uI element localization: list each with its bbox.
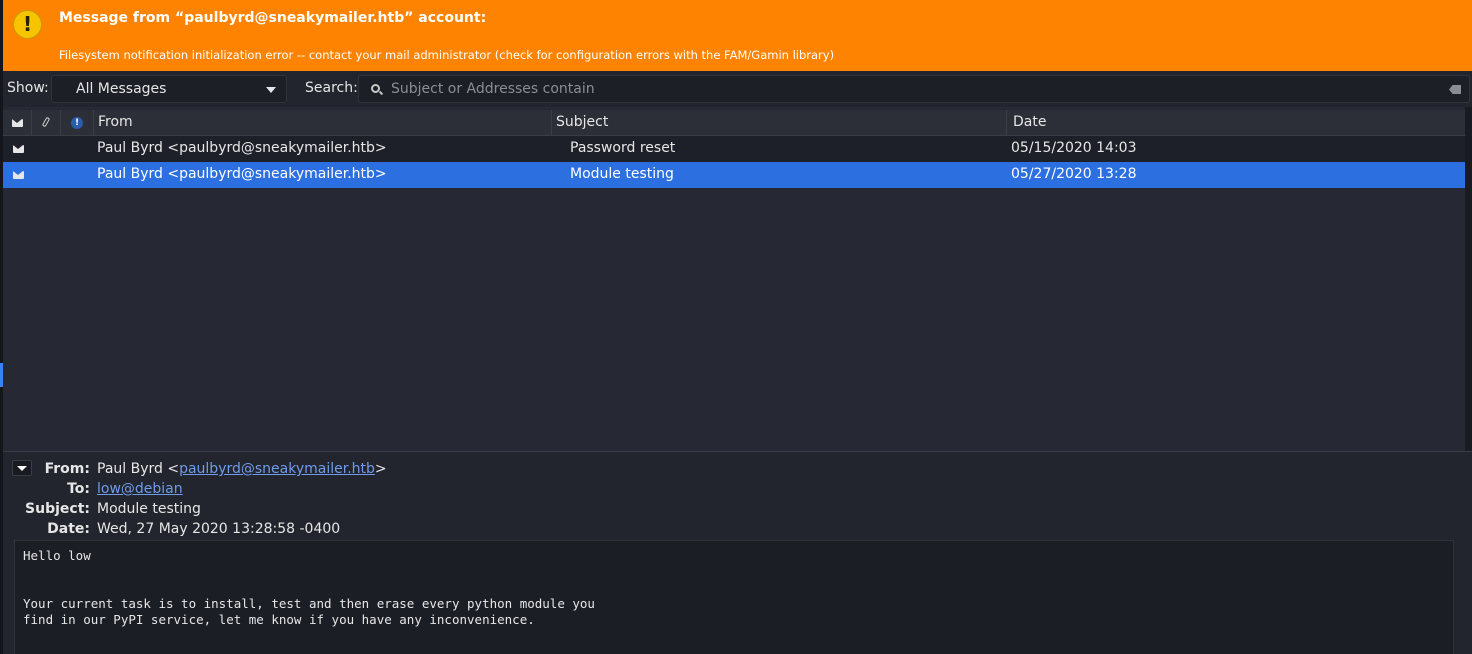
message-from: Paul Byrd <paulbyrd@sneakymailer.htb> — [97, 140, 387, 156]
column-subject-label: Subject — [556, 114, 609, 130]
show-label: Show: — [7, 80, 49, 96]
date-value: Wed, 27 May 2020 13:28:58 -0400 — [97, 521, 341, 537]
message-subject: Module testing — [570, 166, 674, 182]
to-email-link[interactable]: low@debian — [97, 481, 183, 497]
message-date: 05/27/2020 13:28 — [1011, 166, 1137, 182]
priority-icon: ! — [71, 117, 83, 129]
envelope-icon — [12, 119, 23, 127]
envelope-icon — [13, 171, 24, 179]
search-label: Search: — [305, 80, 358, 96]
message-body[interactable]: Hello low Your current task is to instal… — [14, 540, 1454, 654]
message-list-header: ! From Subject Date — [3, 110, 1465, 136]
column-status[interactable] — [3, 110, 32, 136]
column-date-label: Date — [1013, 114, 1047, 130]
subject-label: Subject: — [25, 501, 90, 517]
search-input[interactable] — [391, 79, 1431, 99]
search-icon[interactable] — [371, 84, 380, 93]
list-scrollbar[interactable] — [1465, 107, 1472, 451]
chevron-down-icon — [266, 87, 276, 93]
column-subject[interactable]: Subject — [552, 110, 1007, 136]
column-date[interactable]: Date — [1007, 110, 1465, 136]
alert-message: Filesystem notification initialization e… — [59, 48, 835, 62]
message-subject: Password reset — [570, 140, 676, 156]
envelope-icon — [13, 145, 24, 153]
message-list: ! From Subject Date Paul Byrd <paulbyrd@… — [3, 107, 1465, 451]
from-email-link[interactable]: paulbyrd@sneakymailer.htb — [179, 461, 375, 477]
column-priority[interactable]: ! — [61, 110, 94, 136]
warning-icon: ! — [13, 10, 42, 39]
error-alert-banner: ! Message from “paulbyrd@sneakymailer.ht… — [3, 0, 1472, 71]
message-body-text: Hello low Your current task is to instal… — [23, 548, 595, 627]
to-value: low@debian — [97, 481, 183, 497]
message-row-selected[interactable]: Paul Byrd <paulbyrd@sneakymailer.htb> Mo… — [3, 162, 1465, 188]
show-filter-dropdown[interactable]: All Messages — [51, 75, 287, 103]
subject-value: Module testing — [97, 501, 201, 517]
paperclip-icon — [41, 116, 51, 128]
from-suffix: > — [374, 461, 387, 477]
message-from: Paul Byrd <paulbyrd@sneakymailer.htb> — [97, 166, 387, 182]
from-name: Paul Byrd < — [97, 461, 180, 477]
message-preview: From: Paul Byrd <paulbyrd@sneakymailer.h… — [3, 451, 1472, 654]
from-label: From: — [44, 461, 90, 477]
column-attachment[interactable] — [32, 110, 61, 136]
search-box[interactable] — [358, 75, 1470, 103]
message-row[interactable]: Paul Byrd <paulbyrd@sneakymailer.htb> Pa… — [3, 136, 1465, 162]
from-value: Paul Byrd <paulbyrd@sneakymailer.htb> — [97, 461, 387, 477]
to-label: To: — [67, 481, 90, 497]
column-from[interactable]: From — [94, 110, 552, 136]
filter-toolbar: Show: All Messages Search: — [3, 71, 1472, 107]
date-label: Date: — [47, 521, 90, 537]
show-filter-value: All Messages — [76, 81, 167, 97]
clear-search-icon[interactable] — [1449, 85, 1461, 94]
message-date: 05/15/2020 14:03 — [1011, 140, 1137, 156]
column-from-label: From — [98, 114, 133, 130]
alert-title: Message from “paulbyrd@sneakymailer.htb”… — [59, 10, 487, 26]
